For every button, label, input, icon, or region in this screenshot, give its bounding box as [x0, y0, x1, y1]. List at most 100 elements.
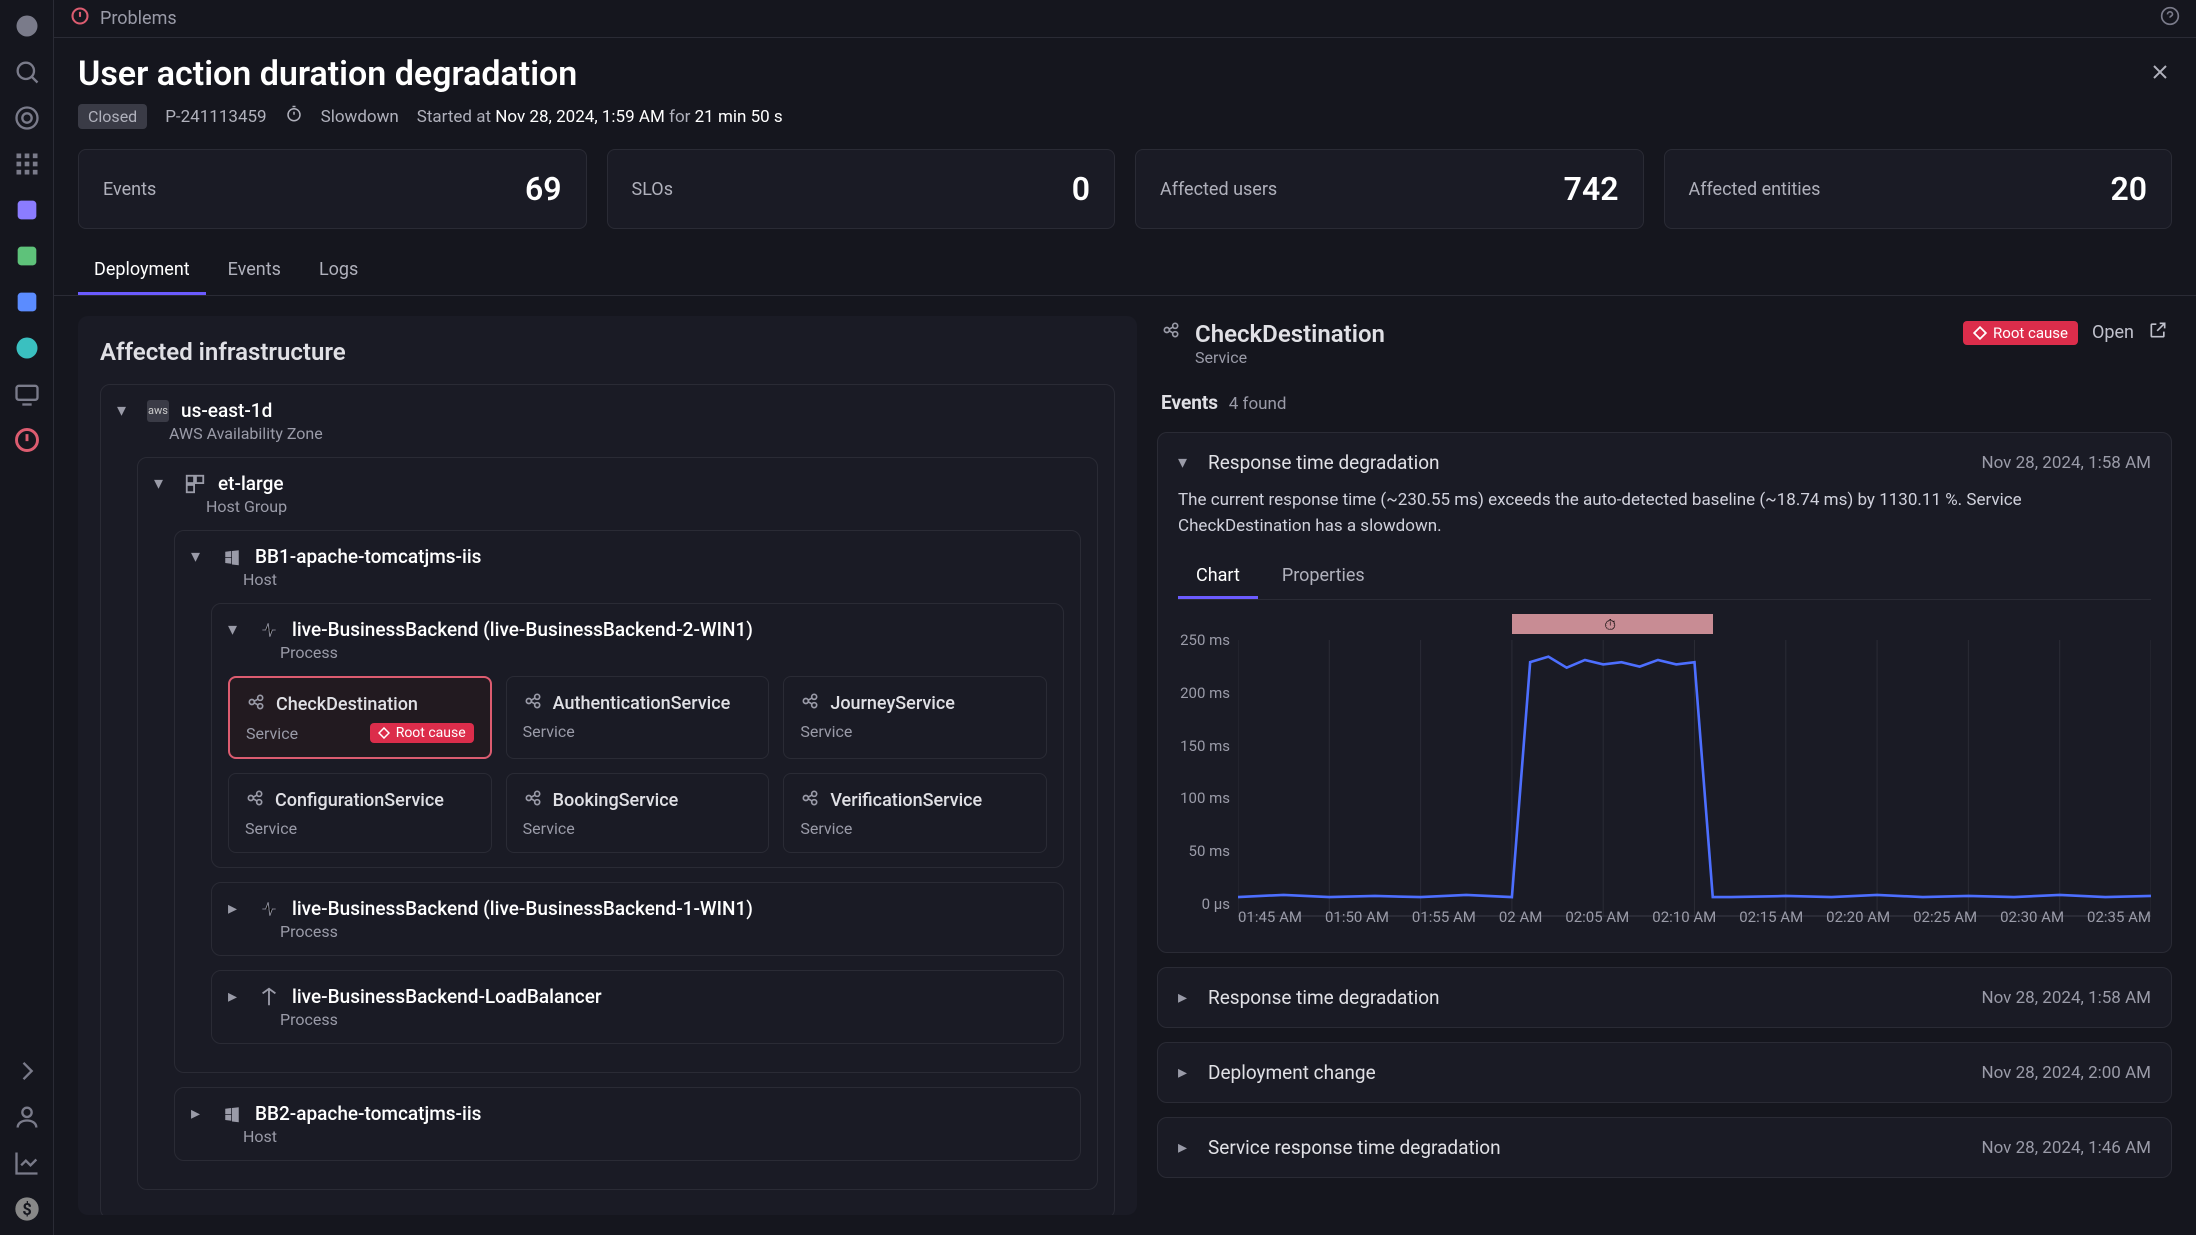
- host1-node[interactable]: ▾ BB1-apache-tomcatjms-iis Host ▾: [174, 530, 1081, 1073]
- event-card-2[interactable]: ▸ Deployment change Nov 28, 2024, 2:00 A…: [1157, 1042, 2172, 1103]
- metrics-row: Events 69 SLOs 0 Affected users 742 Affe…: [54, 129, 2196, 229]
- host2-node[interactable]: ▸ BB2-apache-tomcatjms-iis Host: [174, 1087, 1081, 1161]
- chevron-down-icon[interactable]: ▾: [191, 546, 209, 567]
- svg-text:$: $: [22, 1200, 31, 1219]
- service-icon: [1161, 320, 1181, 345]
- y-tick-label: 0 µs: [1202, 895, 1230, 913]
- x-tick-label: 02:30 AM: [2000, 908, 2064, 934]
- chevron-down-icon[interactable]: ▾: [1178, 452, 1196, 473]
- stopwatch-icon: ⏱: [1604, 616, 1616, 634]
- service-card-authenticationservice[interactable]: AuthenticationServiceService: [506, 676, 770, 759]
- service-icon: [245, 788, 265, 813]
- panel-heading: Affected infrastructure: [100, 338, 1115, 366]
- y-tick-label: 150 ms: [1180, 737, 1230, 755]
- x-tick-label: 02:15 AM: [1739, 908, 1803, 934]
- inner-tab-chart[interactable]: Chart: [1178, 555, 1258, 599]
- dollar-icon[interactable]: $: [13, 1195, 41, 1223]
- logo-icon[interactable]: [13, 12, 41, 40]
- service-icon: [523, 788, 543, 813]
- service-card-checkdestination[interactable]: CheckDestinationServiceRoot cause: [228, 676, 492, 759]
- chevron-right-icon[interactable]: ▸: [191, 1103, 209, 1124]
- breadcrumb[interactable]: Problems: [100, 8, 177, 29]
- loadbalancer-icon: [258, 986, 280, 1008]
- popout-icon[interactable]: [2148, 320, 2168, 345]
- hostgroup-node[interactable]: ▾ et-large Host Group ▾ BB1-apache-tomca…: [137, 457, 1098, 1190]
- service-detail-panel: CheckDestination Service Root cause Open…: [1157, 316, 2172, 1215]
- nav-icon-3[interactable]: [13, 288, 41, 316]
- chevron-down-icon[interactable]: ▾: [154, 473, 172, 494]
- chevron-right-icon[interactable]: ▸: [228, 986, 246, 1007]
- inner-tab-properties[interactable]: Properties: [1264, 555, 1383, 599]
- events-count-line: Events 4 found: [1157, 391, 2172, 418]
- y-tick-label: 50 ms: [1189, 842, 1230, 860]
- service-card-verificationservice[interactable]: VerificationServiceService: [783, 773, 1047, 853]
- event-description: The current response time (~230.55 ms) e…: [1178, 488, 2151, 539]
- process2-node[interactable]: ▸ live-BusinessBackend (live-BusinessBac…: [211, 882, 1064, 956]
- metric-events[interactable]: Events 69: [78, 149, 587, 229]
- page-title: User action duration degradation: [78, 54, 2172, 94]
- service-icon: [800, 691, 820, 716]
- target-icon[interactable]: [13, 104, 41, 132]
- metric-slos[interactable]: SLOs 0: [607, 149, 1116, 229]
- chevron-down-icon[interactable]: ▾: [228, 619, 246, 640]
- problems-badge-icon: [70, 6, 90, 31]
- response-time-chart[interactable]: 250 ms200 ms150 ms100 ms50 ms0 µs 01:45 …: [1178, 614, 2151, 934]
- service-card-configurationservice[interactable]: ConfigurationServiceService: [228, 773, 492, 853]
- nav-icon-2[interactable]: [13, 242, 41, 270]
- az-node[interactable]: ▾ aws us-east-1d AWS Availability Zone ▾…: [100, 384, 1115, 1215]
- chevron-right-icon[interactable]: ▸: [1178, 987, 1196, 1008]
- service-icon: [246, 692, 266, 717]
- hostgroup-icon: [184, 473, 206, 495]
- help-icon[interactable]: [2160, 6, 2180, 31]
- x-tick-label: 02 AM: [1499, 908, 1542, 934]
- user-icon[interactable]: [13, 1103, 41, 1131]
- chart-icon[interactable]: [13, 1149, 41, 1177]
- metric-affected-users[interactable]: Affected users 742: [1135, 149, 1644, 229]
- x-tick-label: 02:25 AM: [1913, 908, 1977, 934]
- nav-icon-1[interactable]: [13, 196, 41, 224]
- windows-icon: [221, 1103, 243, 1125]
- main-tabs: Deployment Events Logs: [54, 229, 2196, 296]
- aws-icon: aws: [147, 400, 169, 422]
- main-content: Problems User action duration degradatio…: [54, 0, 2196, 1235]
- service-icon: [800, 788, 820, 813]
- event-card-1[interactable]: ▸ Response time degradation Nov 28, 2024…: [1157, 967, 2172, 1028]
- problems-icon[interactable]: [13, 426, 41, 454]
- apps-icon[interactable]: [13, 150, 41, 178]
- event-inner-tabs: Chart Properties: [1178, 555, 2151, 600]
- metric-affected-entities[interactable]: Affected entities 20: [1664, 149, 2173, 229]
- process-icon: [258, 898, 280, 920]
- process1-node[interactable]: ▾ live-BusinessBackend (live-BusinessBac…: [211, 603, 1064, 868]
- service-card-journeyservice[interactable]: JourneyServiceService: [783, 676, 1047, 759]
- open-button[interactable]: Open: [2092, 322, 2134, 343]
- close-button[interactable]: [2148, 60, 2172, 89]
- event-card-3[interactable]: ▸ Service response time degradation Nov …: [1157, 1117, 2172, 1178]
- service-title: CheckDestination: [1195, 320, 1385, 348]
- process3-node[interactable]: ▸ live-BusinessBackend-LoadBalancer Proc…: [211, 970, 1064, 1044]
- y-tick-label: 100 ms: [1180, 789, 1230, 807]
- chevron-right-icon[interactable]: ▸: [228, 898, 246, 919]
- chevron-right-icon[interactable]: ▸: [1178, 1062, 1196, 1083]
- expand-icon[interactable]: [13, 1057, 41, 1085]
- y-tick-label: 200 ms: [1180, 684, 1230, 702]
- nav-icon-4[interactable]: [13, 334, 41, 362]
- slowdown-label: Slowdown: [321, 107, 399, 127]
- nav-icon-5[interactable]: [13, 380, 41, 408]
- root-cause-badge: Root cause: [1963, 321, 2078, 345]
- started-text: Started at Nov 28, 2024, 1:59 AM for 21 …: [417, 107, 783, 127]
- header: User action duration degradation Closed …: [54, 38, 2196, 129]
- tab-events[interactable]: Events: [212, 247, 297, 295]
- chevron-down-icon[interactable]: ▾: [117, 400, 135, 421]
- topbar: Problems: [54, 0, 2196, 38]
- affected-infrastructure-panel: Affected infrastructure ▾ aws us-east-1d…: [78, 316, 1137, 1215]
- tab-deployment[interactable]: Deployment: [78, 247, 206, 295]
- event-card-0[interactable]: ▾ Response time degradation Nov 28, 2024…: [1157, 432, 2172, 953]
- tab-logs[interactable]: Logs: [303, 247, 374, 295]
- process-icon: [258, 619, 280, 641]
- chevron-right-icon[interactable]: ▸: [1178, 1137, 1196, 1158]
- search-icon[interactable]: [13, 58, 41, 86]
- x-tick-label: 02:20 AM: [1826, 908, 1890, 934]
- sidebar: $: [0, 0, 54, 1235]
- service-card-bookingservice[interactable]: BookingServiceService: [506, 773, 770, 853]
- x-tick-label: 02:10 AM: [1652, 908, 1716, 934]
